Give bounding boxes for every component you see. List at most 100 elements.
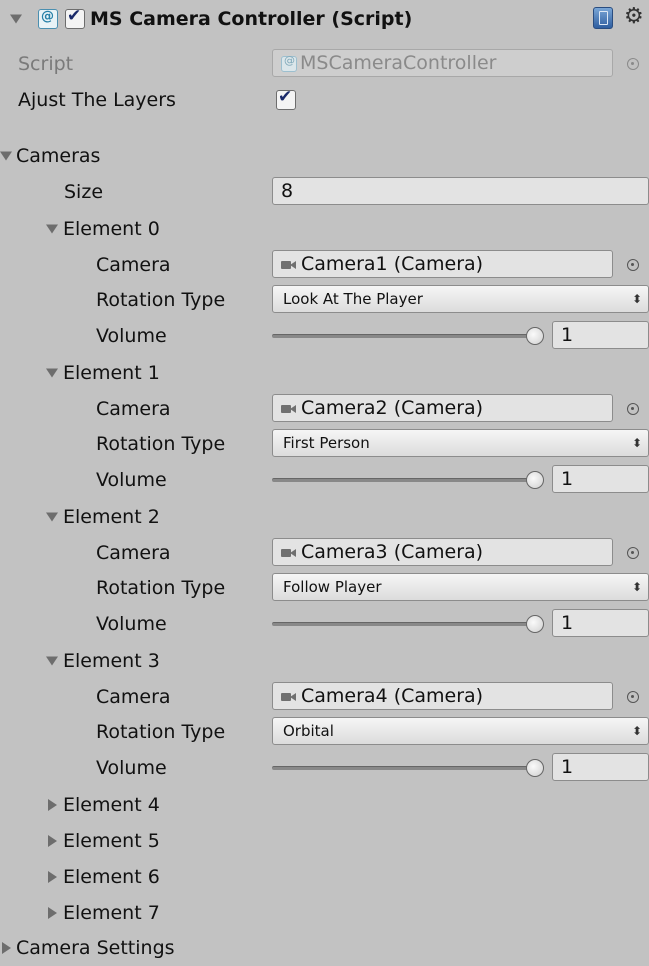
foldout-closed-icon[interactable] bbox=[48, 799, 57, 811]
volume-slider-track[interactable] bbox=[272, 766, 536, 770]
volume-input[interactable]: 1 bbox=[552, 609, 649, 637]
foldout-closed-icon[interactable] bbox=[48, 871, 57, 883]
foldout-open-icon[interactable] bbox=[10, 14, 22, 24]
volume-value: 1 bbox=[561, 756, 574, 778]
camera-value: Camera2 (Camera) bbox=[301, 397, 484, 419]
foldout-open-icon[interactable] bbox=[46, 656, 58, 666]
element-label: Element 4 bbox=[63, 794, 160, 816]
component-enabled-checkbox[interactable] bbox=[65, 6, 85, 29]
script-row: Script MSCameraController bbox=[0, 46, 649, 82]
size-label: Size bbox=[64, 181, 104, 203]
camera-label: Camera bbox=[96, 254, 171, 276]
volume-slider-thumb[interactable] bbox=[526, 327, 544, 345]
volume-input[interactable]: 1 bbox=[552, 753, 649, 781]
object-picker-icon[interactable] bbox=[627, 691, 639, 703]
foldout-open-icon[interactable] bbox=[0, 151, 12, 161]
foldout-closed-icon[interactable] bbox=[2, 942, 11, 954]
component-title: MS Camera Controller (Script) bbox=[90, 8, 413, 30]
size-row: Size 8 bbox=[0, 174, 649, 210]
camera-settings-label: Camera Settings bbox=[16, 937, 175, 959]
element-1-rotation-row: Rotation Type First Person ⬍ bbox=[0, 426, 649, 462]
rotation-type-label: Rotation Type bbox=[96, 289, 226, 311]
volume-slider-thumb[interactable] bbox=[526, 759, 544, 777]
rotation-type-dropdown[interactable]: Look At The Player ⬍ bbox=[272, 285, 649, 313]
camera-value: Camera3 (Camera) bbox=[301, 541, 484, 563]
rotation-type-label: Rotation Type bbox=[96, 577, 226, 599]
element-5-foldout[interactable]: Element 5 bbox=[0, 823, 649, 859]
foldout-open-icon[interactable] bbox=[46, 368, 58, 378]
volume-slider-thumb[interactable] bbox=[526, 615, 544, 633]
camera-label: Camera bbox=[96, 398, 171, 420]
element-3-rotation-row: Rotation Type Orbital ⬍ bbox=[0, 714, 649, 750]
element-2-volume-row: Volume 1 bbox=[0, 606, 649, 642]
rotation-type-dropdown[interactable]: First Person ⬍ bbox=[272, 429, 649, 457]
ajust-layers-checkbox[interactable] bbox=[276, 87, 296, 110]
camera-value: Camera4 (Camera) bbox=[301, 685, 484, 707]
volume-slider-track[interactable] bbox=[272, 622, 536, 626]
gear-icon[interactable]: ⚙ bbox=[624, 4, 644, 29]
help-book-icon[interactable] bbox=[593, 7, 613, 29]
element-1-volume-row: Volume 1 bbox=[0, 462, 649, 498]
element-2-camera-row: Camera Camera3 (Camera) bbox=[0, 535, 649, 571]
element-label: Element 1 bbox=[63, 362, 160, 384]
cameras-label: Cameras bbox=[16, 145, 101, 167]
dropdown-arrows-icon: ⬍ bbox=[631, 292, 642, 306]
volume-value: 1 bbox=[561, 468, 574, 490]
element-label: Element 6 bbox=[63, 866, 160, 888]
element-6-foldout[interactable]: Element 6 bbox=[0, 859, 649, 895]
camera-object-field[interactable]: Camera3 (Camera) bbox=[272, 538, 613, 566]
volume-label: Volume bbox=[96, 613, 167, 635]
script-mini-icon bbox=[281, 54, 297, 72]
object-picker-icon[interactable] bbox=[627, 259, 639, 271]
script-label: Script bbox=[18, 53, 74, 75]
element-label: Element 5 bbox=[63, 830, 160, 852]
object-picker-icon[interactable] bbox=[627, 547, 639, 559]
camera-settings-foldout[interactable]: Camera Settings bbox=[0, 930, 649, 966]
element-0-foldout[interactable]: Element 0 bbox=[0, 211, 649, 247]
camera-label: Camera bbox=[96, 686, 171, 708]
volume-label: Volume bbox=[96, 325, 167, 347]
volume-label: Volume bbox=[96, 469, 167, 491]
element-3-foldout[interactable]: Element 3 bbox=[0, 643, 649, 679]
camera-object-field[interactable]: Camera2 (Camera) bbox=[272, 394, 613, 422]
element-2-rotation-row: Rotation Type Follow Player ⬍ bbox=[0, 570, 649, 606]
size-input[interactable]: 8 bbox=[272, 177, 649, 205]
rotation-type-dropdown[interactable]: Follow Player ⬍ bbox=[272, 573, 649, 601]
camera-icon bbox=[281, 403, 297, 414]
foldout-open-icon[interactable] bbox=[46, 224, 58, 234]
script-field: MSCameraController bbox=[272, 49, 613, 77]
rotation-type-value: Orbital bbox=[283, 722, 334, 740]
element-7-foldout[interactable]: Element 7 bbox=[0, 895, 649, 931]
script-icon bbox=[38, 9, 58, 29]
element-0-camera-row: Camera Camera1 (Camera) bbox=[0, 247, 649, 283]
object-picker-icon[interactable] bbox=[627, 403, 639, 415]
size-value: 8 bbox=[281, 180, 294, 202]
element-4-foldout[interactable]: Element 4 bbox=[0, 787, 649, 823]
volume-label: Volume bbox=[96, 757, 167, 779]
element-1-foldout[interactable]: Element 1 bbox=[0, 355, 649, 391]
volume-value: 1 bbox=[561, 612, 574, 634]
volume-slider-track[interactable] bbox=[272, 334, 536, 338]
rotation-type-dropdown[interactable]: Orbital ⬍ bbox=[272, 717, 649, 745]
volume-slider-thumb[interactable] bbox=[526, 471, 544, 489]
element-label: Element 3 bbox=[63, 650, 160, 672]
foldout-closed-icon[interactable] bbox=[48, 835, 57, 847]
camera-object-field[interactable]: Camera1 (Camera) bbox=[272, 250, 613, 278]
element-label: Element 0 bbox=[63, 218, 160, 240]
foldout-closed-icon[interactable] bbox=[48, 907, 57, 919]
volume-input[interactable]: 1 bbox=[552, 321, 649, 349]
foldout-open-icon[interactable] bbox=[46, 512, 58, 522]
dropdown-arrows-icon: ⬍ bbox=[631, 436, 642, 450]
camera-object-field[interactable]: Camera4 (Camera) bbox=[272, 682, 613, 710]
camera-icon bbox=[281, 259, 297, 270]
volume-slider-track[interactable] bbox=[272, 478, 536, 482]
ajust-layers-row: Ajust The Layers bbox=[0, 82, 649, 118]
object-picker-icon bbox=[627, 58, 639, 70]
volume-input[interactable]: 1 bbox=[552, 465, 649, 493]
camera-icon bbox=[281, 547, 297, 558]
component-header[interactable]: MS Camera Controller (Script) ⚙ bbox=[0, 0, 649, 38]
dropdown-arrows-icon: ⬍ bbox=[631, 724, 642, 738]
cameras-foldout[interactable]: Cameras bbox=[0, 138, 649, 174]
element-2-foldout[interactable]: Element 2 bbox=[0, 499, 649, 535]
ajust-layers-label: Ajust The Layers bbox=[18, 89, 176, 111]
